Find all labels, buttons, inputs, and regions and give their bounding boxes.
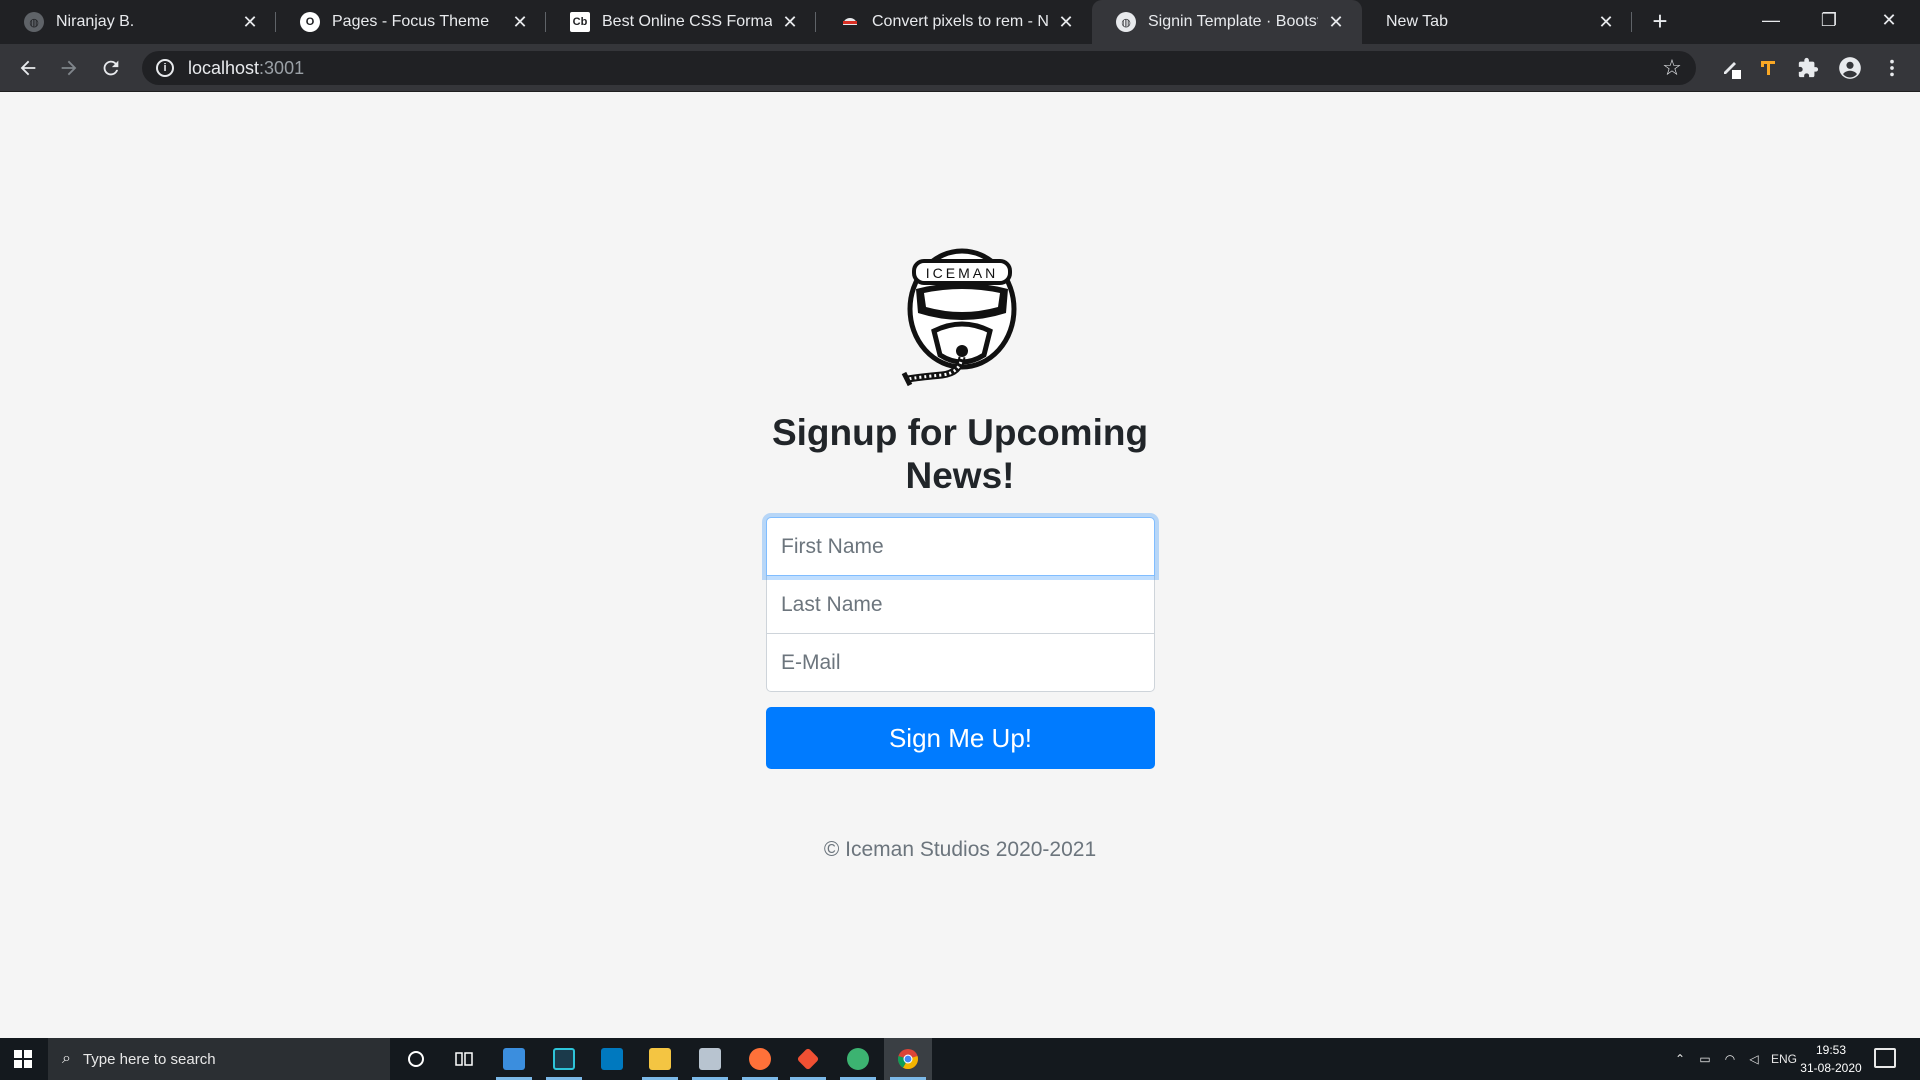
extension-pen-button[interactable]	[1716, 52, 1748, 84]
close-icon[interactable]: ✕	[1596, 12, 1616, 32]
copyright-footer: © Iceman Studios 2020-2021	[823, 838, 1097, 861]
hammer-icon	[1761, 61, 1775, 75]
windows-logo-icon	[14, 1050, 32, 1068]
close-icon[interactable]: ✕	[510, 12, 530, 32]
tab-title: Pages - Focus Theme	[332, 13, 490, 30]
minimize-icon[interactable]: —	[1742, 0, 1800, 40]
notifications-icon[interactable]	[1874, 1048, 1896, 1068]
email-input[interactable]	[766, 633, 1155, 692]
language-indicator[interactable]: ENG	[1766, 1052, 1802, 1066]
extensions-button[interactable]	[1792, 52, 1824, 84]
first-name-input[interactable]	[766, 517, 1155, 576]
close-icon[interactable]: ✕	[1326, 12, 1346, 32]
new-tab-button[interactable]: +	[1644, 6, 1676, 38]
system-tray: ⌃ ▭ ◠ ◁ ENG	[1668, 1038, 1802, 1080]
tab-separator	[1631, 12, 1632, 32]
kebab-menu-icon	[1890, 59, 1894, 77]
last-name-input[interactable]	[766, 575, 1155, 634]
menu-button[interactable]	[1876, 52, 1908, 84]
git-icon[interactable]	[784, 1038, 832, 1080]
address-bar[interactable]: i localhost:3001 ☆	[142, 51, 1696, 85]
clock[interactable]: 19:53 31-08-2020	[1798, 1041, 1864, 1077]
file-explorer-icon[interactable]	[636, 1038, 684, 1080]
taskbar-search[interactable]: ⌕ Type here to search	[48, 1038, 390, 1080]
tab-pages-focus-theme[interactable]: O Pages - Focus Theme ✕	[276, 0, 546, 44]
reload-button[interactable]	[95, 52, 127, 84]
sign-me-up-button[interactable]: Sign Me Up!	[766, 707, 1155, 769]
url-port: :3001	[259, 57, 305, 78]
chevron-up-icon[interactable]: ⌃	[1668, 1052, 1692, 1066]
tab-css-formatter[interactable]: Cb Best Online CSS Formatter ✕	[546, 0, 816, 44]
firefox-icon[interactable]	[736, 1038, 784, 1080]
url-text: localhost:3001	[188, 58, 304, 79]
page-title: Signup for Upcoming News!	[771, 412, 1149, 496]
iceman-logo: ICEMAN	[901, 248, 1017, 387]
close-window-icon[interactable]: ✕	[1860, 0, 1918, 40]
tab-title: New Tab	[1386, 13, 1448, 30]
tab-title: Convert pixels to rem - Nin	[872, 13, 1048, 30]
extension-tool-button[interactable]	[1752, 52, 1784, 84]
mail-icon[interactable]	[686, 1038, 734, 1080]
globe-icon: ◍	[1116, 12, 1136, 32]
forward-button[interactable]	[53, 52, 85, 84]
tab-title: Niranjay B.	[56, 13, 135, 30]
close-icon[interactable]: ✕	[1056, 12, 1076, 32]
search-placeholder: Type here to search	[82, 1050, 216, 1068]
wifi-icon[interactable]: ◠	[1718, 1052, 1742, 1066]
reload-icon	[103, 60, 119, 76]
search-icon: ⌕	[62, 1050, 71, 1067]
circle-o-icon: O	[300, 12, 320, 32]
close-icon[interactable]: ✕	[780, 12, 800, 32]
profile-button[interactable]	[1834, 52, 1866, 84]
info-icon[interactable]: i	[156, 59, 174, 77]
cb-icon: Cb	[570, 12, 590, 32]
ninja-icon	[840, 12, 860, 32]
clock-date: 31-08-2020	[1800, 1061, 1862, 1075]
chrome-icon[interactable]	[884, 1038, 932, 1080]
close-icon[interactable]: ✕	[240, 12, 260, 32]
back-button[interactable]	[12, 52, 44, 84]
tab-title: Signin Template · Bootstrap	[1148, 13, 1318, 30]
restore-icon[interactable]: ❐	[1800, 0, 1858, 40]
pen-icon	[1724, 62, 1741, 79]
battery-icon[interactable]: ▭	[1692, 1052, 1718, 1066]
tab-signin-template[interactable]: ◍ Signin Template · Bootstrap ✕	[1092, 0, 1362, 44]
trello-icon[interactable]	[588, 1038, 636, 1080]
url-host: localhost	[188, 57, 260, 78]
signup-form	[766, 517, 1155, 692]
logo-text: ICEMAN	[926, 265, 998, 281]
tab-niranjay[interactable]: ◍ Niranjay B. ✕	[0, 0, 276, 44]
cortana-icon[interactable]	[392, 1038, 440, 1080]
task-view-icon[interactable]	[440, 1038, 488, 1080]
vscode-icon[interactable]	[490, 1038, 538, 1080]
forward-arrow-icon	[61, 60, 77, 76]
predator-icon[interactable]	[540, 1038, 588, 1080]
back-arrow-icon	[20, 60, 36, 76]
account-circle-icon	[1839, 57, 1861, 79]
page-content: ICEMAN Signup for Upcoming News! Sign Me…	[0, 93, 1920, 1038]
tab-new-tab[interactable]: New Tab ✕	[1362, 0, 1632, 44]
tab-strip: ◍ Niranjay B. ✕ O Pages - Focus Theme ✕ …	[0, 0, 1920, 44]
bookmark-star-icon[interactable]: ☆	[1660, 56, 1684, 80]
browser-toolbar: i localhost:3001 ☆	[0, 44, 1920, 92]
tab-title: Best Online CSS Formatter	[602, 13, 772, 30]
windows-taskbar: ⌕ Type here to search ⌃ ▭ ◠ ◁ ENG 19:53 …	[0, 1038, 1920, 1080]
volume-icon[interactable]: ◁	[1742, 1052, 1766, 1066]
gps-icon[interactable]	[834, 1038, 882, 1080]
start-button[interactable]	[0, 1038, 46, 1080]
tab-pixels-to-rem[interactable]: Convert pixels to rem - Nin ✕	[816, 0, 1092, 44]
globe-icon: ◍	[24, 12, 44, 32]
puzzle-icon	[1798, 57, 1819, 78]
clock-time: 19:53	[1815, 1043, 1847, 1057]
